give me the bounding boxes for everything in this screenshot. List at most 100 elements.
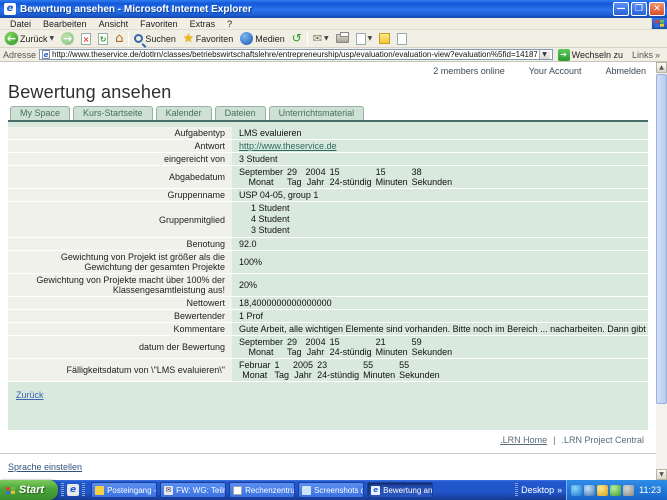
back-dropdown-icon[interactable]: ▼ bbox=[50, 35, 55, 42]
antivirus-icon[interactable] bbox=[623, 485, 634, 496]
taskbar-task-button[interactable]: ✉FW: WG: Teilnahme v... bbox=[160, 482, 226, 498]
row-value: 100% bbox=[232, 251, 648, 274]
search-button[interactable]: Suchen bbox=[132, 31, 178, 47]
task-label: Screenshots dotLRN... bbox=[314, 486, 364, 495]
sticky-note-icon bbox=[379, 33, 390, 44]
date-unit: 24-stündig bbox=[330, 177, 376, 187]
tab-dateien[interactable]: Dateien bbox=[215, 106, 266, 120]
history-icon: ↺ bbox=[292, 32, 302, 45]
task-buttons: Posteingang - Micros...✉FW: WG: Teilnahm… bbox=[91, 482, 512, 498]
menu-bearbeiten[interactable]: Bearbeiten bbox=[37, 19, 93, 29]
volume-icon[interactable] bbox=[597, 485, 608, 496]
media-label: Medien bbox=[255, 34, 285, 44]
task-label: Rechenzentrum Uni K... bbox=[245, 486, 295, 495]
row-label: Gruppenmitglied bbox=[8, 202, 232, 238]
date-unit: Minuten bbox=[363, 370, 399, 380]
form-row: KommentareGute Arbeit, alle wichtigen El… bbox=[8, 323, 648, 336]
row-label: Kommentare bbox=[8, 323, 232, 336]
date-value: 55 bbox=[363, 360, 399, 370]
date-unit: 24-stündig bbox=[330, 347, 376, 357]
network-icon[interactable] bbox=[584, 485, 595, 496]
language-link[interactable]: Sprache einstellen bbox=[8, 462, 82, 472]
tab-my-space[interactable]: My Space bbox=[10, 106, 70, 120]
date-unit: Sekunden bbox=[412, 347, 457, 357]
your-account-link[interactable]: Your Account bbox=[529, 66, 582, 76]
print-button[interactable] bbox=[334, 31, 351, 47]
lrn-home-link[interactable]: .LRN Home bbox=[500, 435, 547, 445]
row-label: Abgabedatum bbox=[8, 166, 232, 189]
start-button[interactable]: Start bbox=[0, 480, 58, 500]
tab-kurs-startseite[interactable]: Kurs-Startseite bbox=[73, 106, 153, 120]
ie-icon: e bbox=[371, 486, 380, 495]
date-value: 2004 bbox=[306, 337, 330, 347]
mail-button[interactable]: ✉▼ bbox=[311, 31, 331, 47]
forward-button[interactable]: → bbox=[59, 31, 76, 47]
vertical-scrollbar[interactable]: ▲ ▼ bbox=[656, 62, 667, 480]
date-unit: Jahr bbox=[306, 177, 330, 187]
date-unit: Monat bbox=[239, 370, 275, 380]
menu-datei[interactable]: Datei bbox=[4, 19, 37, 29]
mail-dropdown-icon[interactable]: ▼ bbox=[324, 35, 329, 42]
notes-button[interactable] bbox=[377, 31, 392, 47]
address-input[interactable]: e http://www.theservice.de/dotlrn/classe… bbox=[39, 49, 553, 60]
taskband-grip[interactable] bbox=[82, 483, 85, 497]
go-arrow-icon: ➔ bbox=[558, 49, 570, 61]
tab-kalender[interactable]: Kalender bbox=[156, 106, 212, 120]
desktop-chevron-icon[interactable]: » bbox=[557, 485, 562, 495]
edit-button[interactable]: ▼ bbox=[354, 31, 375, 47]
back-page-link[interactable]: Zurück bbox=[16, 390, 44, 400]
start-label: Start bbox=[19, 484, 44, 496]
scroll-up-icon[interactable]: ▲ bbox=[656, 62, 667, 73]
page-body: 2 members online Your Account Abmelden B… bbox=[0, 62, 656, 480]
close-button[interactable]: ✕ bbox=[649, 2, 665, 16]
address-dropdown-icon[interactable]: ▼ bbox=[539, 49, 550, 60]
search-label: Suchen bbox=[145, 34, 176, 44]
edit-dropdown-icon[interactable]: ▼ bbox=[368, 35, 373, 42]
media-button[interactable]: Medien bbox=[238, 31, 287, 47]
messenger-icon[interactable] bbox=[571, 485, 582, 496]
answer-link[interactable]: http://www.theservice.de bbox=[239, 141, 337, 151]
quicklaunch-grip[interactable] bbox=[61, 483, 64, 497]
menu-extras[interactable]: Extras bbox=[184, 19, 222, 29]
favorites-button[interactable]: ★ Favoriten bbox=[181, 31, 235, 47]
links-toolbar[interactable]: Links » bbox=[628, 50, 664, 60]
taskbar-task-button[interactable]: Posteingang - Micros... bbox=[91, 482, 157, 498]
group-member: 4 Student bbox=[239, 214, 641, 225]
refresh-button[interactable]: ↻ bbox=[96, 31, 110, 47]
logout-link[interactable]: Abmelden bbox=[605, 66, 646, 76]
row-value: 1 Student4 Student3 Student bbox=[232, 202, 648, 238]
lrn-project-link[interactable]: .LRN Project Central bbox=[561, 435, 644, 445]
form-row: Gruppenmitglied1 Student4 Student3 Stude… bbox=[8, 202, 648, 238]
discuss-button[interactable] bbox=[395, 31, 409, 47]
date-unit: Jahr bbox=[293, 370, 317, 380]
edit-page-icon bbox=[356, 33, 366, 45]
back-button[interactable]: ← Zurück ▼ bbox=[3, 31, 56, 47]
minimize-button[interactable]: — bbox=[613, 2, 629, 16]
back-label: Zurück bbox=[20, 34, 48, 44]
maximize-button[interactable]: ❐ bbox=[631, 2, 647, 16]
form-row: Nettowert18,4000000000000000 bbox=[8, 297, 648, 310]
history-button[interactable]: ↺ bbox=[290, 31, 304, 47]
taskbar-task-button[interactable]: Screenshots dotLRN... bbox=[298, 482, 364, 498]
go-button[interactable]: ➔ Wechseln zu bbox=[556, 49, 625, 61]
stop-button[interactable]: × bbox=[79, 31, 93, 47]
form-row: Benotung92.0 bbox=[8, 238, 648, 251]
desktop-toolbar-grip[interactable] bbox=[515, 483, 518, 497]
home-button[interactable]: ⌂ bbox=[113, 31, 125, 47]
menu-favoriten[interactable]: Favoriten bbox=[134, 19, 184, 29]
menu-ansicht[interactable]: Ansicht bbox=[93, 19, 135, 29]
tab-unterrichtsmaterial[interactable]: Unterrichtsmaterial bbox=[269, 106, 365, 120]
taskbar-task-button[interactable]: eBewertung ansehen -... bbox=[367, 482, 433, 498]
form-row: datum der BewertungSeptember292004152159… bbox=[8, 336, 648, 359]
menu-help[interactable]: ? bbox=[221, 19, 238, 29]
row-label: Fälligkeitsdatum von \"LMS evaluieren\" bbox=[8, 359, 232, 382]
taskbar-task-button[interactable]: Rechenzentrum Uni K... bbox=[229, 482, 295, 498]
updates-icon[interactable] bbox=[610, 485, 621, 496]
quicklaunch-ie-icon[interactable]: e bbox=[67, 484, 79, 496]
doc-icon bbox=[233, 486, 242, 495]
desktop-toolbar[interactable]: Desktop » bbox=[521, 485, 566, 495]
links-chevron-icon[interactable]: » bbox=[655, 50, 660, 60]
members-online: 2 members online bbox=[433, 66, 505, 76]
scroll-down-icon[interactable]: ▼ bbox=[656, 469, 667, 480]
scrollbar-thumb[interactable] bbox=[656, 74, 667, 404]
